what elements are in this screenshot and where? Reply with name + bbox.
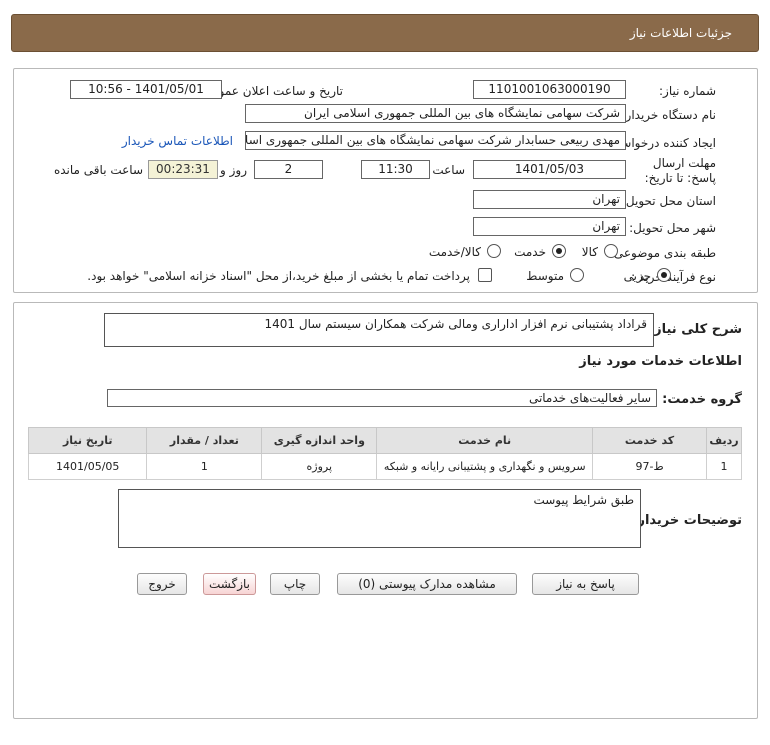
summary-label: شرح کلی نیاز: [648,322,742,337]
category-goods-service-label: کالا/خدمت [428,245,481,259]
col-row-number: ردیف [705,427,743,454]
table-row: 1 ط-97 سرویس و نگهداری و پشتیبانی رایانه… [27,453,743,480]
table-header-row: ردیف کد خدمت نام خدمت واحد اندازه گیری ت… [27,427,743,454]
need-number-field: 1101001063000190 [473,80,626,99]
category-goods-service-radio[interactable] [487,244,501,258]
deadline-date-field: 1401/05/03 [473,160,626,179]
buyer-notes-label: توضیحات خریدار: [632,513,742,528]
treasury-payment-checkbox[interactable] [478,268,492,282]
deadline-label: مهلت ارسال پاسخ: تا تاریخ: [644,156,716,185]
col-quantity: تعداد / مقدار [146,427,263,454]
purchase-minor-radio[interactable] [657,268,671,282]
services-heading: اطلاعات خدمات مورد نیاز [579,354,742,369]
cell-service-name: سرویس و نگهداری و پشتیبانی رایانه و شبکه [376,453,594,480]
deadline-time-label: ساعت [432,163,465,177]
page-header: جزئیات اطلاعات نیاز [11,14,759,52]
province-field: تهران [473,190,626,209]
col-unit: واحد اندازه گیری [261,427,378,454]
need-number-label: شماره نیاز: [659,84,716,98]
days-label: روز و [220,163,247,177]
buyer-org-label: نام دستگاه خریدار: [621,108,717,122]
purchase-medium-label: متوسط [526,269,564,283]
col-service-name: نام خدمت [376,427,594,454]
buyer-notes-field: طبق شرایط پیوست [118,489,641,548]
summary-field: قراداد پشتیبانی نرم افزار اداراری ومالی … [104,313,654,347]
buyer-org-field: شرکت سهامی نمایشگاه های بین المللی جمهور… [245,104,626,123]
province-label: استان محل تحویل: [621,194,716,208]
city-label: شهر محل تحویل: [629,221,716,235]
treasury-payment-note: پرداخت تمام یا بخشی از مبلغ خرید،از محل … [87,269,470,283]
exit-button[interactable]: خروج [137,573,187,595]
view-attachments-button[interactable]: مشاهده مدارک پیوستی (0) [337,573,517,595]
cell-need-date: 1401/05/05 [27,453,148,480]
remaining-time-label: ساعت باقی مانده [53,163,143,177]
col-service-code: کد خدمت [592,427,707,454]
category-label: طبقه بندی موضوعی: [609,246,716,260]
back-button[interactable]: بازگشت [203,573,256,595]
days-remaining-field: 2 [254,160,323,179]
requester-field: مهدی ربیعی حسابدار شرکت سهامی نمایشگاه ه… [245,131,626,150]
category-goods-label: کالا [581,245,598,259]
category-goods-radio[interactable] [604,244,618,258]
service-group-label: گروه خدمت: [662,392,742,407]
cell-unit: پروژه [261,453,378,480]
print-button[interactable]: چاپ [270,573,320,595]
remaining-time-field: 00:23:31 [148,160,218,179]
city-field: تهران [473,217,626,236]
category-service-label: خدمت [514,245,546,259]
col-need-date: تاریخ نیاز [27,427,148,454]
category-service-radio[interactable] [552,244,566,258]
announce-datetime-field: 1401/05/01 - 10:56 [70,80,222,99]
purchase-medium-radio[interactable] [570,268,584,282]
deadline-time-field: 11:30 [361,160,430,179]
cell-service-code: ط-97 [592,453,707,480]
cell-row-number: 1 [705,453,743,480]
purchase-minor-label: جزیی [623,269,651,283]
service-group-field: سایر فعالیت‌های خدماتی [107,389,657,407]
cell-quantity: 1 [146,453,263,480]
page-title: جزئیات اطلاعات نیاز [629,26,732,40]
services-table: ردیف کد خدمت نام خدمت واحد اندازه گیری ت… [27,427,743,480]
reply-button[interactable]: پاسخ به نیاز [532,573,639,595]
buyer-contact-link[interactable]: اطلاعات تماس خریدار [122,134,233,148]
